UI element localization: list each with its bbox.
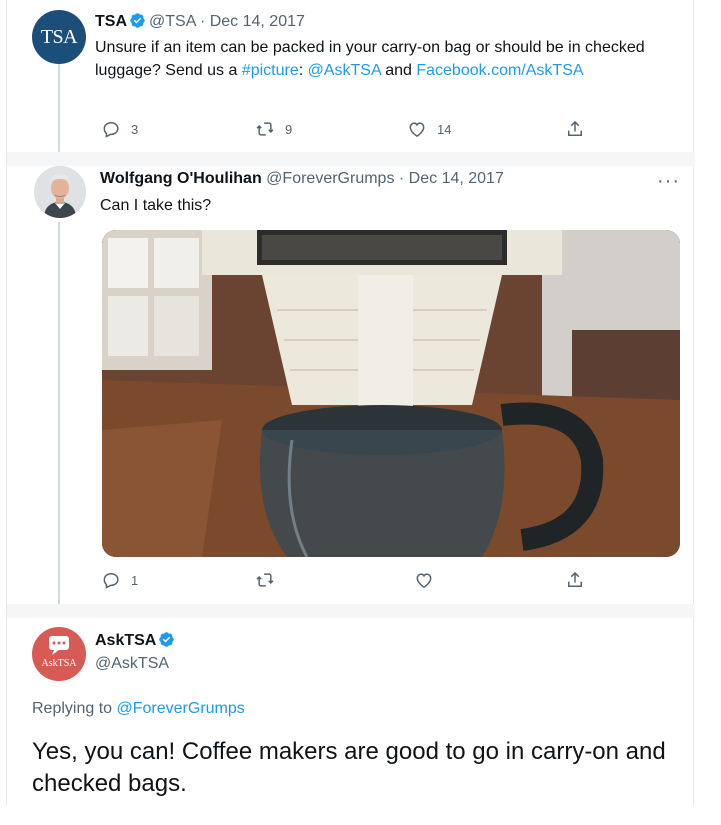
tweet1-text-c: and <box>380 62 417 79</box>
verified-badge-icon <box>159 632 175 647</box>
asktsa-avatar[interactable]: AskTSA <box>32 627 86 681</box>
attached-photo[interactable] <box>102 230 680 557</box>
tweet3-author-name[interactable]: AskTSA <box>95 632 156 649</box>
page-canvas: TSA TSA @TSA · Dec 14, 2017 Unsure if an … <box>0 0 721 825</box>
tweet1-date[interactable]: Dec 14, 2017 <box>210 13 305 30</box>
wolfgang-avatar[interactable] <box>34 166 86 218</box>
tweet2-date[interactable]: Dec 14, 2017 <box>409 170 504 187</box>
share-button[interactable] <box>565 119 585 139</box>
tweet1-actions: 3 9 14 <box>101 119 601 143</box>
tweet2-header: Wolfgang O'Houlihan @ForeverGrumps · Dec… <box>100 170 504 188</box>
thread-connector <box>58 222 60 606</box>
like-button[interactable]: 14 <box>407 119 451 139</box>
reply-count: 1 <box>131 572 139 588</box>
chat-bubble-icon <box>49 636 69 655</box>
tweet3-handle[interactable]: @AskTSA <box>95 655 169 672</box>
retweet-button[interactable]: 9 <box>255 119 292 139</box>
replying-prefix: Replying to <box>32 700 117 717</box>
reply-icon <box>103 572 119 589</box>
tweet1-text: Unsure if an item can be packed in your … <box>95 36 655 82</box>
tweet1-handle[interactable]: @TSA <box>149 13 195 30</box>
tsa-avatar-text: TSA <box>40 25 78 48</box>
divider <box>7 604 695 618</box>
asktsa-avatar-text: AskTSA <box>41 658 77 669</box>
share-icon <box>568 571 582 587</box>
tweet1-text-b: : <box>298 62 308 79</box>
tweet3-name-row: AskTSA <box>95 631 178 650</box>
like-icon <box>409 122 425 137</box>
reply-button[interactable]: 3 <box>101 119 138 139</box>
tweet2-handle[interactable]: @ForeverGrumps <box>266 170 394 187</box>
replying-handle-link[interactable]: @ForeverGrumps <box>117 700 245 717</box>
tweet1-sep: · <box>199 13 206 30</box>
like-button[interactable] <box>414 570 434 590</box>
tweet2-actions: 1 <box>101 570 601 594</box>
tweet3-handle-row: @AskTSA <box>95 655 169 673</box>
reply-button[interactable]: 1 <box>101 570 138 590</box>
reply-count: 3 <box>131 121 139 137</box>
reply-icon <box>103 121 119 138</box>
like-icon <box>416 573 432 588</box>
profile-photo <box>34 166 86 218</box>
retweet-count: 9 <box>285 121 293 137</box>
hashtag-link[interactable]: #picture <box>242 62 299 79</box>
tweet2-sep: · <box>398 170 405 187</box>
replying-to: Replying to @ForeverGrumps <box>32 700 245 718</box>
retweet-icon <box>256 573 274 587</box>
more-icon[interactable]: ··· <box>657 170 680 193</box>
verified-badge-icon <box>130 13 145 28</box>
thread-frame: TSA TSA @TSA · Dec 14, 2017 Unsure if an … <box>6 0 695 805</box>
tweet2-author-name[interactable]: Wolfgang O'Houlihan <box>100 170 262 187</box>
retweet-icon <box>256 122 274 136</box>
mention-link[interactable]: @AskTSA <box>308 62 381 79</box>
url-link[interactable]: Facebook.com/AskTSA <box>416 62 583 79</box>
divider <box>7 152 695 166</box>
tsa-avatar[interactable]: TSA <box>32 10 86 64</box>
tweet2-text: Can I take this? <box>100 197 212 214</box>
tweet3-text: Yes, you can! Coffee makers are good to … <box>32 738 666 797</box>
like-count: 14 <box>437 121 452 137</box>
share-button[interactable] <box>565 570 585 590</box>
tweet1-header: TSA @TSA · Dec 14, 2017 <box>95 12 305 31</box>
retweet-button[interactable] <box>255 570 275 590</box>
coffee-maker-photo <box>102 230 680 557</box>
share-icon <box>568 120 582 136</box>
tweet1-author-name[interactable]: TSA <box>95 13 127 30</box>
